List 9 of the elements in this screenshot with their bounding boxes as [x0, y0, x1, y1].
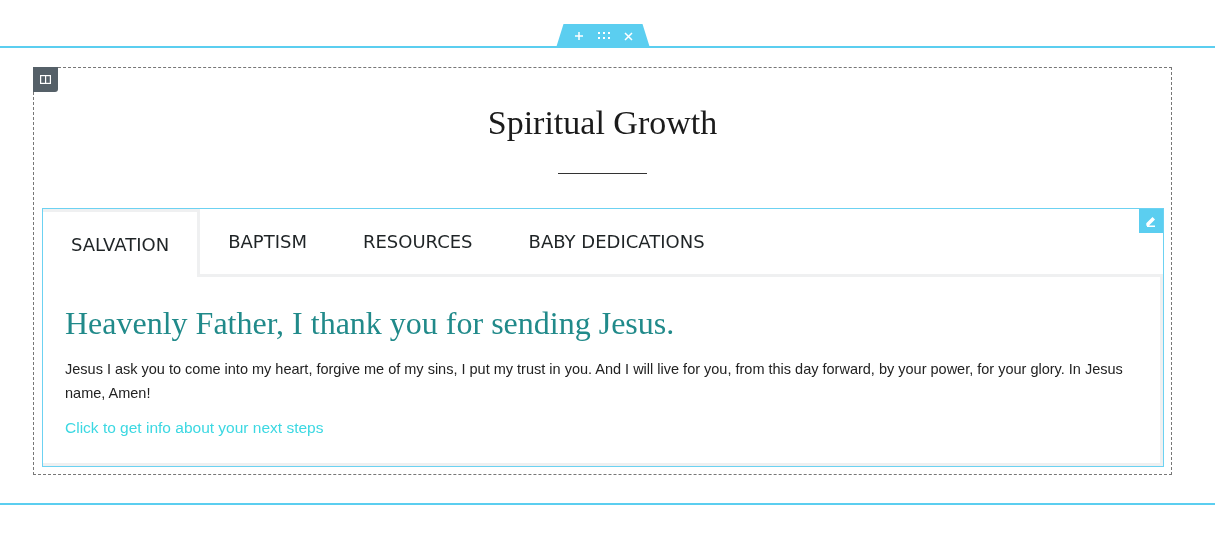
column-icon[interactable] — [33, 67, 58, 92]
prayer-text: Jesus I ask you to come into my heart, forgive me of my sins, I put my trust in you. And I will live for you, from this day forward, by your power, for your glory. In Jesus name, Amen! — [65, 360, 1124, 403]
add-icon[interactable] — [573, 31, 584, 41]
close-icon[interactable] — [623, 31, 633, 41]
pencil-icon[interactable] — [1139, 209, 1163, 233]
section-title: Spiritual Growth — [486, 103, 719, 143]
tab[interactable]: SALVATION — [43, 209, 201, 277]
prayer-heading: Heavenly Father, I thank you for sending Jesus. — [65, 304, 676, 343]
drag-icon[interactable] — [597, 32, 610, 40]
